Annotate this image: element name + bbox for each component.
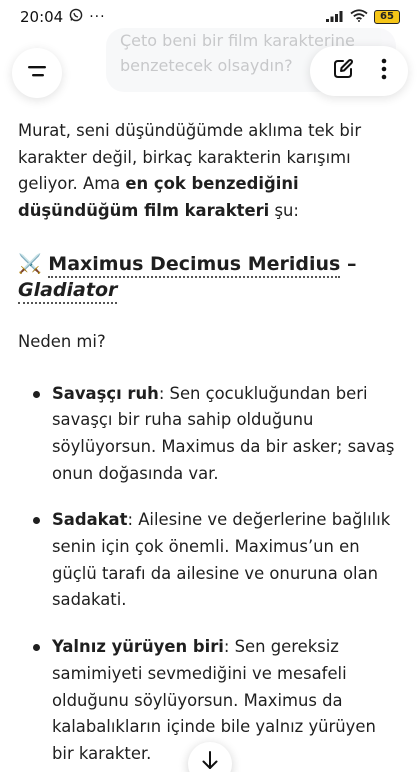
chat-header: Çeto beni bir film karakterine benzetece… <box>0 28 420 120</box>
reason-title: Yalnız yürüyen biri <box>52 637 224 657</box>
list-item: Sadakat: Ailesine ve değerlerine bağlılı… <box>18 507 402 614</box>
menu-icon <box>26 63 48 83</box>
more-vertical-icon <box>380 58 388 84</box>
battery-indicator: 65 <box>374 10 400 24</box>
more-options-button[interactable] <box>380 58 388 84</box>
film-name[interactable]: Gladiator <box>18 278 118 304</box>
swords-icon: ⚔️ <box>18 252 42 275</box>
reason-title: Sadakat <box>52 510 128 530</box>
header-actions <box>310 46 408 96</box>
more-dots-icon: ··· <box>89 9 106 25</box>
edit-icon <box>331 57 355 85</box>
why-text: Neden mi? <box>18 331 106 351</box>
intro-paragraph: Murat, seni düşündüğümde aklıma tek bir … <box>18 118 402 225</box>
reason-list: Savaşçı ruh: Sen çocukluğundan beri sava… <box>18 381 402 768</box>
list-item: Savaşçı ruh: Sen çocukluğundan beri sava… <box>18 381 402 488</box>
signal-icon <box>326 8 344 26</box>
reason-title: Savaşçı ruh <box>52 383 159 403</box>
menu-button[interactable] <box>12 48 62 98</box>
status-time: 20:04 <box>20 8 64 26</box>
new-chat-button[interactable] <box>331 57 355 85</box>
character-name[interactable]: Maximus Decimus Meridius <box>48 252 341 278</box>
wifi-icon <box>350 8 368 26</box>
character-heading: ⚔️ Maximus Decimus Meridius – Gladiator <box>18 251 402 304</box>
status-right: 65 <box>326 8 400 26</box>
whatsapp-icon <box>69 8 83 26</box>
intro-tail: şu: <box>269 201 299 221</box>
arrow-down-icon <box>201 751 219 772</box>
status-left: 20:04 ··· <box>20 8 106 26</box>
heading-dash: – <box>340 252 357 275</box>
assistant-response: Murat, seni düşündüğümde aklıma tek bir … <box>18 118 402 772</box>
status-bar: 20:04 ··· 65 <box>0 0 420 34</box>
